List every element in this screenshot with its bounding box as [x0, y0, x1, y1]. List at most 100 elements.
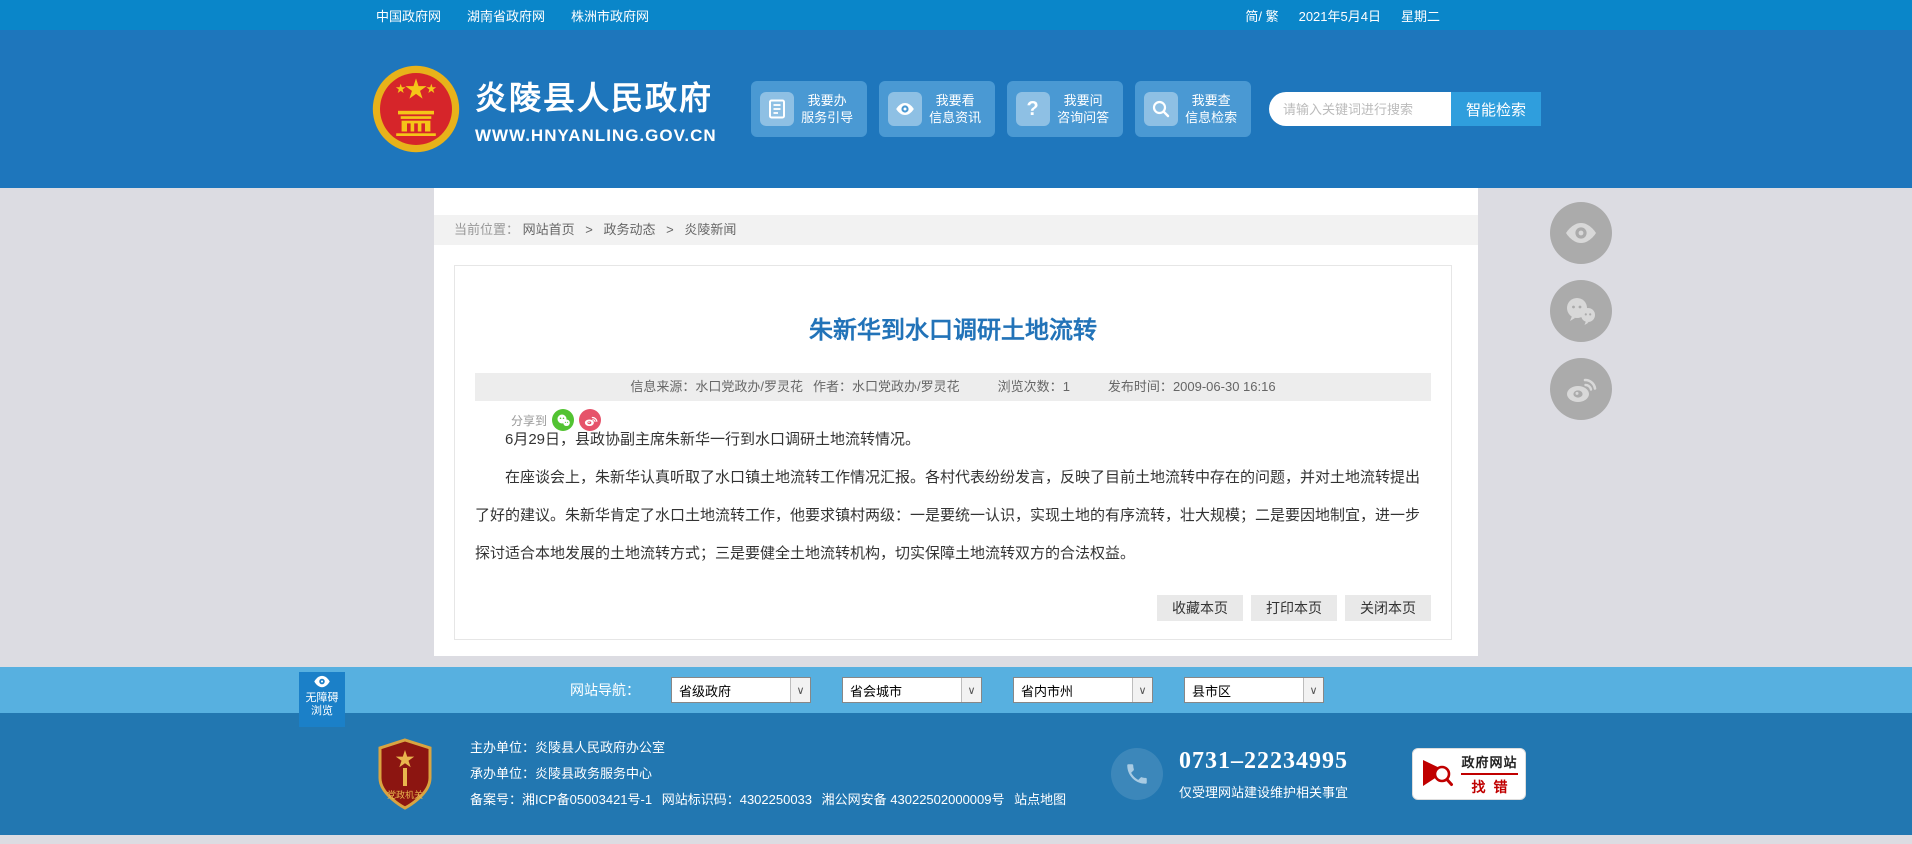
- chevron-down-icon: ∨: [961, 678, 981, 702]
- breadcrumb-label: 当前位置：: [454, 222, 520, 237]
- footer-organizer-line: 主办单位：炎陵县人民政府办公室: [470, 740, 666, 755]
- wechat-icon: [1567, 298, 1595, 325]
- breadcrumb-current[interactable]: 炎陵新闻: [684, 222, 736, 237]
- breadcrumb-separator: >: [666, 222, 674, 237]
- top-utility-bar: 中国政府网 湖南省政府网 株洲市政府网 简/ 繁 2021年5月4日 星期二: [0, 0, 1912, 30]
- find-error-icon: [1423, 760, 1454, 786]
- report-website-error-button[interactable]: 政府网站 找错: [1412, 748, 1526, 800]
- meta-source-value: 水口党政办/罗灵花: [695, 379, 804, 394]
- party-gov-badge-icon[interactable]: 党政机关: [376, 738, 434, 810]
- print-page-button[interactable]: 打印本页: [1251, 595, 1337, 621]
- chevron-down-icon: ∨: [790, 678, 810, 702]
- current-weekday: 星期二: [1400, 8, 1440, 24]
- meta-author-label: 作者：: [813, 379, 853, 394]
- phone-icon: [1110, 748, 1163, 800]
- breadcrumb-news-section[interactable]: 政务动态: [604, 222, 656, 237]
- share-row: 分享到: [511, 409, 602, 431]
- lang-toggle[interactable]: 简/ 繁: [1245, 6, 1278, 25]
- icp-link: 网站标识码：4302250033: [661, 792, 813, 807]
- main-content-column: 当前位置： 网站首页 > 政务动态 > 炎陵新闻 朱新华到水口调研土地流转 信息…: [434, 188, 1478, 656]
- footer-record-line: 备案号：湘ICP备05003421号-1 网站标识码：4302250033 湘公…: [470, 792, 1067, 807]
- select-value: 县市区: [1192, 683, 1232, 699]
- meta-author-value: 水口党政办/罗灵花: [852, 379, 960, 394]
- close-page-button[interactable]: 关闭本页: [1345, 595, 1431, 621]
- meta-time-value: 2009-06-30 16:16: [1172, 379, 1276, 394]
- service-view-label: 我要看 信息资讯: [929, 93, 982, 125]
- article-paragraph: 6月29日，县政协副主席朱新华一行到水口调研土地流转情况。: [505, 431, 921, 448]
- site-brand[interactable]: 炎陵县人民政府 WWW.HNYANLING.GOV.CN: [371, 64, 717, 154]
- footer-phone-number: 0731–22234995: [1178, 747, 1348, 774]
- error-box-line2: 找错: [1471, 778, 1516, 795]
- service-ask-button[interactable]: ? 我要问 咨询问答: [1006, 81, 1123, 137]
- site-nav-bar: 网站导航： 省级政府 ∨ 省会城市 ∨ 省内市州 ∨ 县市区 ∨: [0, 667, 1912, 713]
- weibo-icon: [1567, 378, 1597, 402]
- question-icon: ?: [1015, 92, 1050, 126]
- site-url: WWW.HNYANLING.GOV.CN: [475, 125, 717, 145]
- article-actions: 收藏本页 打印本页 关闭本页: [475, 595, 1431, 621]
- page: 中国政府网 湖南省政府网 株洲市政府网 简/ 繁 2021年5月4日 星期二 炎…: [0, 0, 1912, 844]
- service-search-button[interactable]: 我要查 信息检索: [1134, 81, 1251, 137]
- search-input[interactable]: [1269, 92, 1451, 126]
- national-emblem-icon: [372, 65, 460, 153]
- select-capital-cities[interactable]: 省会城市 ∨: [842, 677, 982, 703]
- service-shortcuts: 我要办 服务引导 我要看 信息资讯 ? 我要问 咨询问答 我要查 信息检索: [750, 81, 1251, 137]
- smart-search-button[interactable]: 智能检索: [1451, 92, 1541, 126]
- floating-sidebar: [1550, 202, 1612, 420]
- weibo-share-button[interactable]: [1550, 358, 1612, 420]
- eye-icon: [1566, 223, 1596, 243]
- service-search-label: 我要查 信息检索: [1185, 93, 1238, 125]
- meta-time-label: 发布时间：: [1107, 379, 1173, 394]
- footer-undertaker-line: 承办单位：炎陵县政务服务中心: [470, 766, 653, 781]
- error-box-line1: 政府网站: [1461, 752, 1518, 775]
- link-hunan-gov[interactable]: 湖南省政府网: [467, 6, 545, 25]
- article-card: 朱新华到水口调研土地流转 信息来源：水口党政办/罗灵花 作者：水口党政办/罗灵花浏…: [454, 265, 1452, 640]
- chevron-down-icon: ∨: [1132, 678, 1152, 702]
- select-provincial-gov[interactable]: 省级政府 ∨: [671, 677, 811, 703]
- site-footer: 党政机关 主办单位：炎陵县人民政府办公室 承办单位：炎陵县政务服务中心 备案号：…: [0, 713, 1912, 835]
- link-china-gov[interactable]: 中国政府网: [376, 6, 441, 25]
- breadcrumb: 当前位置： 网站首页 > 政务动态 > 炎陵新闻: [434, 215, 1478, 245]
- footer-phone-note: 仅受理网站建设维护相关事宜: [1178, 784, 1348, 800]
- breadcrumb-separator: >: [585, 222, 593, 237]
- share-label: 分享到: [511, 413, 548, 428]
- accessibility-eye-button[interactable]: [1550, 202, 1612, 264]
- site-search: 智能检索: [1269, 92, 1541, 126]
- meta-views-value: 1: [1062, 379, 1070, 394]
- article-body: 6月29日，县政协副主席朱新华一行到水口调研土地流转情况。 在座谈会上，朱新华认…: [475, 421, 1431, 573]
- gov-links: 中国政府网 湖南省政府网 株洲市政府网: [376, 6, 649, 25]
- meta-views-label: 浏览次数：: [997, 379, 1063, 394]
- service-do-button[interactable]: 我要办 服务引导: [750, 81, 867, 137]
- eye-icon: [314, 675, 330, 688]
- breadcrumb-home[interactable]: 网站首页: [523, 222, 575, 237]
- article-title: 朱新华到水口调研土地流转: [809, 317, 1097, 344]
- service-do-label: 我要办 服务引导: [801, 93, 854, 125]
- document-icon: [759, 92, 794, 126]
- police-record-link[interactable]: 湘公网安备 43022502000009号: [822, 792, 1005, 807]
- favorite-page-button[interactable]: 收藏本页: [1157, 595, 1243, 621]
- service-view-button[interactable]: 我要看 信息资讯: [878, 81, 995, 137]
- article-meta-bar: 信息来源：水口党政办/罗灵花 作者：水口党政办/罗灵花 浏览次数：1 发布时间：200…: [475, 373, 1431, 401]
- select-value: 省内市州: [1021, 683, 1074, 699]
- meta-source-label: 信息来源：: [630, 379, 696, 394]
- select-province-cities[interactable]: 省内市州 ∨: [1013, 677, 1153, 703]
- link-zhuzhou-gov[interactable]: 株洲市政府网: [571, 6, 649, 25]
- site-name: 炎陵县人民政府: [475, 79, 714, 116]
- wechat-icon[interactable]: [552, 409, 575, 431]
- accessibility-browse-button[interactable]: 无障碍 浏览: [299, 672, 345, 727]
- footer-phone-block: 0731–22234995 仅受理网站建设维护相关事宜: [1110, 747, 1348, 801]
- select-value: 省级政府: [679, 683, 732, 699]
- chevron-down-icon: ∨: [1303, 678, 1323, 702]
- service-ask-label: 我要问 咨询问答: [1057, 93, 1110, 125]
- site-nav-label: 网站导航：: [570, 682, 640, 698]
- search-icon: [1143, 92, 1178, 126]
- footer-info: 主办单位：炎陵县人民政府办公室 承办单位：炎陵县政务服务中心 备案号：湘ICP备…: [470, 735, 1066, 813]
- select-value: 省会城市: [850, 683, 903, 699]
- article-paragraph: 在座谈会上，朱新华认真听取了水口镇土地流转工作情况汇报。各村代表纷纷发言，反映了…: [475, 469, 1421, 562]
- accessibility-label-line2: 浏览: [311, 705, 333, 717]
- weibo-icon[interactable]: [579, 409, 602, 431]
- site-map-link[interactable]: 站点地图: [1014, 792, 1066, 807]
- select-counties[interactable]: 县市区 ∨: [1184, 677, 1324, 703]
- wechat-share-button[interactable]: [1550, 280, 1612, 342]
- divider-strip: [0, 656, 1912, 667]
- site-header: 炎陵县人民政府 WWW.HNYANLING.GOV.CN 我要办 服务引导 我要…: [0, 30, 1912, 188]
